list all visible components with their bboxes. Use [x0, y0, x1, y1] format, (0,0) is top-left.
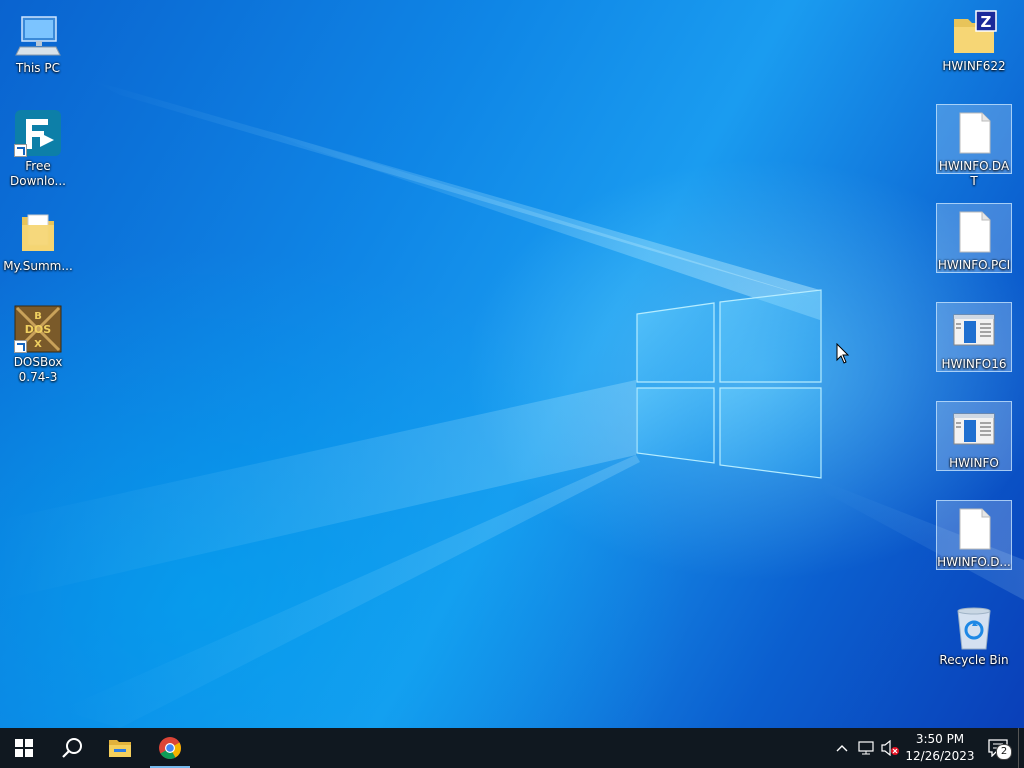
desktop-icon-this-pc[interactable]: This PC	[0, 6, 76, 77]
speaker-muted-icon	[881, 740, 899, 756]
file-icon	[950, 208, 998, 256]
show-hidden-icons-button[interactable]	[830, 728, 854, 768]
desktop-icon-label: My.Summ...	[3, 259, 73, 273]
mouse-pointer-icon	[836, 343, 850, 364]
file-icon	[950, 109, 998, 157]
desktop-icon-label: Recycle Bin	[939, 653, 1009, 667]
desktop-icon-label: HWINFO.DAT	[938, 159, 1010, 188]
wallpaper-logo	[0, 80, 1024, 728]
taskbar-chrome[interactable]	[146, 728, 194, 768]
windows-start-icon	[15, 739, 33, 757]
clock-time: 3:50 PM	[915, 732, 965, 746]
desktop-icon-hwinf622[interactable]: Z HWINF622	[936, 4, 1012, 75]
desktop-icon-label: HWINFO	[949, 456, 999, 470]
desktop[interactable]: This PC Free Downlo... My.Summ... B DOS …	[0, 0, 1024, 728]
show-desktop-button[interactable]	[1018, 728, 1024, 768]
clock[interactable]: 3:50 PM 12/26/2023	[902, 731, 978, 765]
recycle-bin-icon	[950, 603, 998, 651]
notification-badge: 2	[996, 744, 1012, 760]
chevron-up-icon	[836, 745, 848, 752]
desktop-icon-label: HWINFO.PCI	[937, 258, 1011, 272]
folder-icon	[14, 209, 62, 257]
desktop-icon-hwinfo-d[interactable]: HWINFO.D...	[936, 500, 1012, 570]
taskbar-file-explorer[interactable]	[96, 728, 144, 768]
dosbox-icon: B DOS X	[14, 305, 62, 353]
volume-button[interactable]	[878, 728, 902, 768]
file-icon	[950, 505, 998, 553]
desktop-icon-my-summ[interactable]: My.Summ...	[0, 204, 76, 275]
desktop-icon-hwinfo16[interactable]: HWINFO16	[936, 302, 1012, 372]
computer-icon	[14, 11, 62, 59]
app-window-icon	[950, 307, 998, 355]
fdm-icon	[14, 109, 62, 157]
desktop-icon-label: HWINFO.D...	[937, 555, 1011, 569]
desktop-icon-hwinfo-dat[interactable]: HWINFO.DAT	[936, 104, 1012, 188]
action-center-button[interactable]: 2	[978, 728, 1018, 768]
desktop-icon-dosbox[interactable]: B DOS X DOSBox 0.74-3	[0, 300, 76, 386]
taskbar: 3:50 PM 12/26/2023 2	[0, 728, 1024, 768]
desktop-icon-label: DOSBox 0.74-3	[13, 355, 63, 384]
desktop-icon-recycle-bin[interactable]: Recycle Bin	[936, 598, 1012, 669]
system-tray: 3:50 PM 12/26/2023 2	[830, 728, 1024, 768]
start-button[interactable]	[0, 728, 48, 768]
svg-text:B: B	[34, 311, 42, 322]
desktop-icon-label: This PC	[16, 61, 60, 75]
network-button[interactable]	[854, 728, 878, 768]
app-window-icon	[950, 406, 998, 454]
svg-text:Z: Z	[981, 13, 992, 31]
folder-icon	[109, 740, 131, 757]
svg-text:X: X	[34, 339, 42, 350]
svg-text:DOS: DOS	[25, 323, 51, 336]
shortcut-arrow-icon	[14, 144, 27, 157]
chrome-icon	[159, 737, 181, 759]
network-icon	[858, 741, 874, 755]
desktop-icon-label: HWINF622	[942, 59, 1006, 73]
desktop-icon-hwinfo[interactable]: HWINFO	[936, 401, 1012, 471]
desktop-icon-hwinfo-pci[interactable]: HWINFO.PCI	[936, 203, 1012, 273]
shortcut-arrow-icon	[14, 340, 27, 353]
zip-folder-icon: Z	[950, 9, 998, 57]
search-button[interactable]	[48, 728, 96, 768]
search-icon	[62, 738, 82, 758]
desktop-icon-label: HWINFO16	[941, 357, 1007, 371]
desktop-icon-label: Free Downlo...	[10, 159, 66, 188]
clock-date: 12/26/2023	[905, 749, 975, 763]
desktop-icon-free-download-manager[interactable]: Free Downlo...	[0, 104, 76, 190]
